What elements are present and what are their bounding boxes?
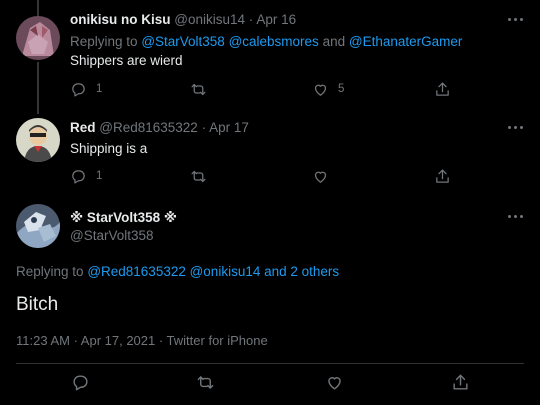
display-name[interactable]: Red [70,120,96,135]
tweet-text: Shippers are wierd [70,53,183,68]
handle[interactable]: @onikisu14 [174,12,245,27]
reply-icon [73,374,88,390]
like-button[interactable]: 5 [312,80,344,98]
separator: · [248,12,254,27]
replying-to-label: Replying to [70,34,138,49]
reply-button[interactable] [71,373,90,391]
reply-count: 1 [96,170,103,182]
tweet-text: Bitch [16,294,59,315]
reply-button[interactable]: 1 [70,167,102,185]
like-icon [314,84,327,96]
more-icon[interactable] [506,121,526,135]
tweet-actions: 1 5 [70,80,470,98]
replying-to: Replying to @Red81635322 @onikisu14 and … [16,264,339,279]
share-button[interactable] [434,167,451,185]
mention-link[interactable]: @Red81635322 @onikisu14 [87,264,260,279]
tweet-date[interactable]: Apr 16 [256,12,296,27]
like-icon [328,376,341,390]
replying-to-and: and [322,34,346,49]
replying-to-label: Replying to [16,264,84,279]
share-icon [436,168,449,183]
retweet-button[interactable] [190,80,216,98]
avatar[interactable] [16,204,60,248]
retweet-button[interactable] [190,167,216,185]
like-button[interactable] [325,373,344,391]
reply-icon [72,169,85,184]
main-tweet-actions [0,373,540,395]
others-link[interactable]: and 2 others [264,264,339,279]
handle[interactable]: @StarVolt358 [70,228,154,243]
share-icon [453,374,468,390]
share-button[interactable] [434,80,451,98]
share-icon [436,81,449,96]
tweet[interactable]: Red @Red81635322 · Apr 17 Shipping is a … [0,110,540,200]
handle[interactable]: @Red81635322 [99,120,198,135]
tweet-header: Red @Red81635322 · Apr 17 [70,120,249,135]
retweet-icon [197,375,214,389]
mention-link[interactable]: @EthanaterGamer [349,34,463,49]
reply-count: 1 [96,83,103,95]
like-button[interactable] [312,167,338,185]
more-icon[interactable] [506,210,526,224]
avatar[interactable] [16,16,60,60]
more-icon[interactable] [506,13,526,27]
reply-icon [72,82,85,97]
tweet-metadata[interactable]: 11:23 AM · Apr 17, 2021 · Twitter for iP… [16,333,268,348]
display-name[interactable]: ※ StarVolt358 ※ [70,210,177,226]
avatar[interactable] [16,118,60,162]
share-button[interactable] [451,373,470,391]
tweet-header: onikisu no Kisu @onikisu14 · Apr 16 [70,12,296,27]
tweet-text: Shipping is a [70,141,148,156]
tweet[interactable]: onikisu no Kisu @onikisu14 · Apr 16 Repl… [0,0,540,110]
divider [16,363,524,364]
retweet-icon [191,83,206,95]
reply-button[interactable]: 1 [70,80,102,98]
tweet-actions: 1 [70,167,470,185]
retweet-button[interactable] [196,373,215,391]
retweet-icon [191,170,206,182]
mention-link[interactable]: @StarVolt358 @calebsmores [141,34,319,49]
like-count: 5 [338,83,345,95]
tweet-date[interactable]: Apr 17 [209,120,249,135]
display-name[interactable]: onikisu no Kisu [70,12,171,27]
like-icon [314,171,327,183]
replying-to: Replying to @StarVolt358 @calebsmores an… [70,34,462,49]
separator: · [201,120,207,135]
